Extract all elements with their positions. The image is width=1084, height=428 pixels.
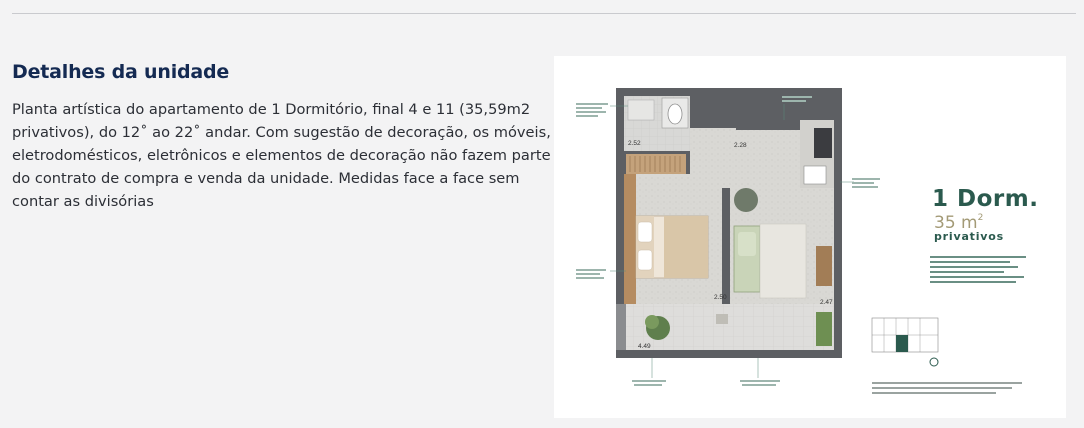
section-title: Detalhes da unidade bbox=[12, 61, 230, 83]
floorplan-image[interactable]: 2.52 2.28 2.50 2.47 4.49 1 Dorm. 35 m2 p… bbox=[554, 56, 1066, 418]
top-divider bbox=[12, 13, 1076, 14]
dimension-bedroom: 2.50 bbox=[714, 294, 727, 301]
fridge-icon bbox=[814, 128, 832, 158]
dimension-hall: 2.28 bbox=[734, 142, 747, 149]
table-icon bbox=[734, 188, 758, 212]
unit-description: Planta artística do apartamento de 1 Dor… bbox=[12, 101, 551, 210]
compass-icon bbox=[929, 357, 939, 367]
sink-icon bbox=[803, 165, 827, 185]
dimension-bath: 2.52 bbox=[628, 140, 641, 147]
dimension-living: 2.47 bbox=[820, 299, 833, 306]
unit-area-unit: 2 bbox=[977, 213, 984, 223]
toilet-icon bbox=[667, 103, 683, 125]
unit-type-title: 1 Dorm. bbox=[932, 186, 1039, 212]
unit-area-label: privativos bbox=[934, 230, 1004, 243]
dimension-balcony: 4.49 bbox=[638, 343, 651, 350]
headboard-panel bbox=[624, 174, 636, 304]
tv-stand bbox=[816, 246, 832, 286]
rug bbox=[759, 223, 807, 299]
